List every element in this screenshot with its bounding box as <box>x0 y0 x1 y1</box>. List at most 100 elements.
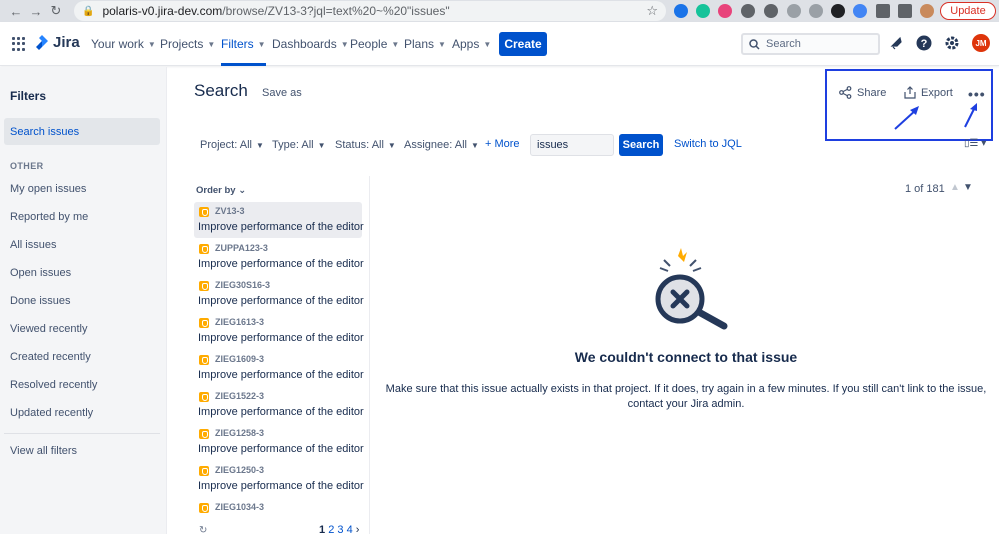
chevron-down-icon: ▼ <box>387 140 396 150</box>
extension-icon[interactable] <box>853 4 867 18</box>
error-message: Make sure that this issue actually exist… <box>385 383 987 410</box>
sidebar-item-my-open-issues[interactable]: My open issues <box>10 183 86 195</box>
page-title: Search <box>194 81 248 100</box>
sidebar-item-done-issues[interactable]: Done issues <box>10 295 71 307</box>
sidebar-item-viewed-recently[interactable]: Viewed recently <box>10 323 87 335</box>
issue-list-item[interactable]: ZV13-3 Improve performance of the editor <box>194 202 364 238</box>
chevron-down-icon: ▼ <box>470 140 479 150</box>
app-switcher-icon[interactable] <box>12 37 26 51</box>
issue-list-item[interactable]: ZIEG1034-3 <box>194 498 362 518</box>
forward-icon[interactable]: → <box>26 4 46 19</box>
update-button[interactable]: Update <box>940 2 996 20</box>
search-button[interactable]: Search <box>619 134 663 156</box>
issue-summary: Improve performance of the editor <box>198 258 364 270</box>
issue-list-item[interactable]: ZUPPA123-3 Improve performance of the ed… <box>194 239 364 275</box>
save-as-button[interactable]: Save as <box>262 87 302 99</box>
status-filter[interactable]: Status: All ▼ <box>335 139 396 151</box>
filter-label: Assignee: All <box>404 139 467 151</box>
view-switcher-icon[interactable]: ▯☰ ▾ <box>964 138 986 149</box>
sidebar-item-search-issues[interactable]: Search issues <box>4 118 160 145</box>
puzzle-icon[interactable] <box>876 4 890 18</box>
chevron-down-icon: ▼ <box>147 39 156 49</box>
extension-icon[interactable] <box>831 4 845 18</box>
nav-label: Apps <box>452 37 480 51</box>
url-path: /browse/ZV13-3?jql=text%20~%20"issues" <box>222 4 450 18</box>
nav-label: Dashboards <box>272 37 337 51</box>
address-bar[interactable]: 🔒 polaris-v0.jira-dev.com/browse/ZV13-3?… <box>74 1 666 21</box>
chevron-down-icon: ▼ <box>438 39 446 49</box>
idea-type-icon <box>199 503 209 513</box>
nav-apps[interactable]: Apps ▼ <box>452 37 491 51</box>
jira-logo-icon <box>36 34 48 50</box>
extension-icon[interactable] <box>674 4 688 18</box>
chevron-down-icon: ▼ <box>483 39 492 49</box>
issue-list-item[interactable]: ZIEG30S16-3 Improve performance of the e… <box>194 276 364 312</box>
page-link[interactable]: 2 <box>328 524 334 536</box>
issue-list-item[interactable]: ZIEG1250-3 Improve performance of the ed… <box>194 461 364 497</box>
project-filter[interactable]: Project: All ▼ <box>200 139 264 151</box>
assignee-filter[interactable]: Assignee: All ▼ <box>404 139 479 151</box>
previous-issue-icon[interactable]: ▲ <box>950 182 960 193</box>
refresh-icon[interactable]: ↻ <box>199 525 207 536</box>
idea-type-icon <box>199 244 209 254</box>
back-icon[interactable]: ← <box>6 4 26 19</box>
camera-icon[interactable] <box>741 4 755 18</box>
search-icon <box>749 38 760 50</box>
extension-icon[interactable] <box>764 4 778 18</box>
nav-plans[interactable]: Plans ▼ <box>404 37 446 51</box>
nav-your-work[interactable]: Your work ▼ <box>91 37 156 51</box>
nav-projects[interactable]: Projects ▼ <box>160 37 215 51</box>
nav-dashboards[interactable]: Dashboards ▼ <box>272 37 349 51</box>
more-filters-button[interactable]: + More <box>485 138 520 150</box>
sidebar-item-view-all-filters[interactable]: View all filters <box>10 445 77 457</box>
error-title: We couldn't connect to that issue <box>574 349 798 365</box>
reload-icon[interactable]: ↻ <box>46 3 66 19</box>
settings-gear-icon[interactable] <box>943 34 961 52</box>
issue-key: ZIEG1034-3 <box>215 502 265 512</box>
chevron-down-icon: ▼ <box>340 39 349 49</box>
issue-list-item[interactable]: ZIEG1613-3 Improve performance of the ed… <box>194 313 364 349</box>
page-link[interactable]: 4 <box>347 524 353 536</box>
page-link-current[interactable]: 1 <box>319 524 325 536</box>
nav-filters[interactable]: Filters ▼ <box>221 37 266 66</box>
issue-summary: Improve performance of the editor <box>198 406 364 418</box>
grammarly-icon[interactable] <box>696 4 710 18</box>
sidebar-item-open-issues[interactable]: Open issues <box>10 267 71 279</box>
extension-icon[interactable] <box>718 4 732 18</box>
type-filter[interactable]: Type: All ▼ <box>272 139 326 151</box>
extension-icon[interactable] <box>787 4 801 18</box>
issue-list-item[interactable]: ZIEG1258-3 Improve performance of the ed… <box>194 424 364 460</box>
text-search-input[interactable]: issues <box>530 134 614 156</box>
sidebar-item-updated-recently[interactable]: Updated recently <box>10 407 93 419</box>
sidebar-item-all-issues[interactable]: All issues <box>10 239 56 251</box>
next-page-icon[interactable]: › <box>356 524 360 536</box>
issue-summary: Improve performance of the editor <box>198 332 364 344</box>
profile-avatar-icon[interactable] <box>920 4 934 18</box>
notifications-icon[interactable] <box>887 34 905 52</box>
jira-logo[interactable]: Jira <box>35 34 80 51</box>
sidebar-item-resolved-recently[interactable]: Resolved recently <box>10 379 97 391</box>
issue-key: ZIEG1522-3 <box>215 391 265 401</box>
chevron-down-icon: ▼ <box>257 39 266 49</box>
create-button[interactable]: Create <box>499 32 547 56</box>
chevron-down-icon: ▼ <box>207 39 216 49</box>
order-by-button[interactable]: Order by ⌄ <box>196 185 246 196</box>
idea-type-icon <box>199 318 209 328</box>
issue-summary: Improve performance of the editor <box>198 221 364 233</box>
sidebar-item-reported-by-me[interactable]: Reported by me <box>10 211 88 223</box>
reading-list-icon[interactable] <box>898 4 912 18</box>
user-avatar[interactable]: JM <box>972 34 990 52</box>
help-icon[interactable]: ? <box>915 34 933 52</box>
extension-icon[interactable] <box>809 4 823 18</box>
issue-pager-count: 1 of 181 <box>905 183 945 195</box>
page-link[interactable]: 3 <box>337 524 343 536</box>
global-search-input[interactable]: Search <box>741 33 880 55</box>
issue-key: ZIEG1250-3 <box>215 465 265 475</box>
bookmark-star-icon[interactable]: ☆ <box>646 3 658 19</box>
next-issue-icon[interactable]: ▼ <box>963 182 973 193</box>
issue-list-item[interactable]: ZIEG1522-3 Improve performance of the ed… <box>194 387 364 423</box>
switch-to-jql-link[interactable]: Switch to JQL <box>674 138 742 150</box>
chevron-down-icon: ▼ <box>391 39 400 49</box>
nav-people[interactable]: People ▼ <box>350 37 399 51</box>
nav-label: People <box>350 37 388 51</box>
